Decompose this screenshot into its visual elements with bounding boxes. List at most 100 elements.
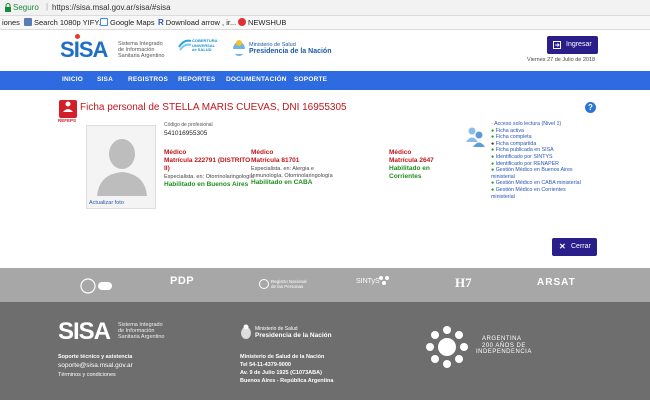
footer-logo-subtitle: Sistema Integrado de Información Sanitar… — [118, 322, 165, 340]
phone-text: Tel 54-11-4379-9000 — [240, 362, 291, 368]
terms-link[interactable]: Términos y condiciones — [58, 372, 116, 378]
secure-label: Seguro — [13, 3, 39, 12]
address-text: Av. 9 de Julio 1925 (C1073ABA) — [240, 370, 322, 376]
r-bookmark-icon: R — [158, 18, 164, 27]
check-icon: ● — [491, 147, 495, 154]
city-text: Buenos Aires - República Argentina — [240, 378, 334, 384]
bookmark-item[interactable]: NEWSHUB — [238, 18, 286, 27]
address-title: Ministerio de Salud de la Nación — [240, 354, 325, 360]
profile-photo: Actualizar foto — [86, 125, 156, 209]
url-text[interactable]: https://sisa.msal.gov.ar/sisa/#sisa — [52, 3, 171, 12]
arsat-logo: ARSAT — [537, 277, 576, 288]
role-label: Médico — [251, 149, 274, 156]
share-icon: ● — [491, 140, 495, 147]
bookmarks-bar: iones Search 1080p YIFY... Google Maps R… — [0, 16, 650, 30]
matricula-label: Matrícula 81701 — [251, 157, 300, 164]
profile-card: REFEPS Ficha personal de STELLA MARIS CU… — [0, 90, 650, 270]
check-icon: ● — [491, 127, 495, 134]
status-list: ◦ Acceso solo lectura (Nivel 1) ● Ficha … — [491, 121, 591, 200]
current-date: Viernes 27 de Julio de 2018 — [527, 57, 596, 63]
url-separator: | — [46, 2, 49, 11]
specialty-label: Especialista. en: Otorrinolaringología — [164, 174, 254, 180]
browser-address-bar[interactable]: Seguro | https://sisa.msal.gov.ar/sisa/#… — [0, 0, 650, 16]
bookmark-item[interactable]: iones — [2, 18, 20, 27]
status-item[interactable]: ● Gestión Médico en Buenos Aires ministe… — [491, 167, 591, 180]
cobertura-swoosh-icon — [178, 39, 192, 51]
status-item[interactable]: ● Ficha completa — [491, 134, 591, 141]
site-header: SI SA Sistema Integrado de Información Sa… — [0, 30, 650, 70]
check-icon: ● — [491, 180, 495, 187]
registration-column: Médico Matrícula 222791 (DISTRITO II) Es… — [164, 149, 254, 189]
close-button[interactable]: ✕ Cerrar — [552, 238, 597, 256]
status-label: Habilitado en Corrientes — [389, 165, 430, 180]
status-item[interactable]: ● Ficha activa — [491, 128, 591, 135]
lock-icon — [5, 3, 11, 12]
status-item[interactable]: ● Identificado por RENAPER — [491, 161, 591, 168]
footer-ministerio: Ministerio de Salud Presidencia de la Na… — [255, 326, 332, 339]
update-photo-link[interactable]: Actualizar foto — [89, 200, 124, 206]
sisa-logo-subtitle: Sistema Integrado de Información Sanitar… — [118, 41, 165, 59]
check-icon: ● — [491, 186, 495, 193]
page-title: Ficha personal de STELLA MARIS CUEVAS, D… — [80, 102, 347, 113]
nav-item-registros[interactable]: REGISTROS — [128, 76, 168, 83]
user-placeholder-icon — [97, 139, 147, 196]
bookmark-item[interactable]: Search 1080p YIFY... — [24, 18, 105, 27]
sintys-logo: SINTyS — [356, 278, 380, 285]
matricula-label: Matrícula 2647 — [389, 157, 434, 164]
close-icon: ✕ — [559, 242, 566, 251]
pdp-logo: PDP — [170, 275, 195, 287]
status-item[interactable]: ● Gestión Médico en CABA ministerial — [491, 180, 591, 187]
support-title: Soporte técnico y asistencia — [58, 354, 133, 360]
argentina-coat-of-arms-icon — [233, 40, 245, 56]
status-label: Habilitado en CABA — [251, 179, 313, 186]
status-item[interactable]: ● Ficha compartida — [491, 141, 591, 148]
refeps-icon — [59, 100, 77, 118]
help-icon[interactable]: ? — [585, 102, 596, 113]
specialty-label: Especialista. en: Alergia e Inmunología,… — [251, 166, 333, 179]
main-nav: INICIO SISA REGISTROS REPORTES DOCUMENTA… — [0, 71, 650, 90]
key-icon: ◦ — [491, 121, 493, 127]
bookmark-folder-icon — [24, 18, 32, 26]
status-label: Habilitado en Buenos Aires — [164, 180, 249, 188]
site-footer: SISA Sistema Integrado de Información Sa… — [0, 302, 650, 400]
status-item[interactable]: ● Identificado por SINTYS — [491, 154, 591, 161]
newshub-icon — [238, 18, 246, 26]
sisa-logo[interactable]: SI SA — [60, 34, 108, 61]
status-item[interactable]: ◦ Acceso solo lectura (Nivel 1) — [491, 121, 591, 128]
support-email-link[interactable]: soporte@sisa.msal.gov.ar — [58, 362, 133, 369]
nav-item-reportes[interactable]: REPORTES — [178, 76, 215, 83]
professional-code-label: Código de profesional — [164, 122, 213, 128]
check-icon: ● — [491, 153, 495, 160]
footer-sisa-logo: SISA — [58, 318, 111, 345]
people-icon — [466, 127, 485, 147]
check-icon: ● — [491, 167, 495, 174]
doctor-icon — [63, 101, 73, 112]
nav-item-sisa[interactable]: SISA — [97, 76, 113, 83]
role-label: Médico — [164, 149, 187, 156]
bicentenario-logo: ARGENTINA 200 AÑOS DE INDEPENDENCIA — [476, 336, 532, 355]
partner-logos-bar: PDP Registro Nacional de las Personas SI… — [0, 268, 650, 302]
registration-column: Médico Matrícula 2647 Habilitado en Corr… — [389, 149, 449, 181]
bookmark-item[interactable]: Google Maps — [100, 18, 155, 27]
renaper-seal-icon — [259, 279, 269, 289]
nav-item-inicio[interactable]: INICIO — [62, 76, 83, 83]
cobertura-universal-logo: COBERTURA UNIVERSAL de SALUD — [178, 38, 218, 64]
datos-personales-seal-icon — [80, 278, 112, 294]
check-icon: ● — [491, 134, 495, 141]
nav-item-soporte[interactable]: SOPORTE — [294, 76, 327, 83]
login-button[interactable]: Ingresar — [547, 36, 598, 54]
bicentenario-sun-icon — [426, 326, 468, 368]
sintys-dots-icon — [379, 276, 389, 285]
status-item[interactable]: ● Gestión Médico en Corrientes ministeri… — [491, 187, 591, 200]
bookmark-item[interactable]: R Download arrow , ir... — [158, 18, 236, 27]
professional-code-value: 541016955305 — [164, 130, 208, 137]
refeps-label: REFEPS — [58, 118, 77, 123]
nav-item-documentacion[interactable]: DOCUMENTACIÓN — [226, 76, 287, 83]
google-maps-icon — [100, 18, 108, 26]
login-icon — [553, 41, 561, 49]
check-icon: ● — [491, 160, 495, 167]
registration-column: Médico Matrícula 81701 Especialista. en:… — [251, 149, 339, 187]
ministerio-header: Ministerio de Salud Presidencia de la Na… — [249, 42, 332, 55]
status-item[interactable]: ● Ficha publicada en SISA — [491, 147, 591, 154]
footer-coat-of-arms-icon — [241, 324, 251, 339]
